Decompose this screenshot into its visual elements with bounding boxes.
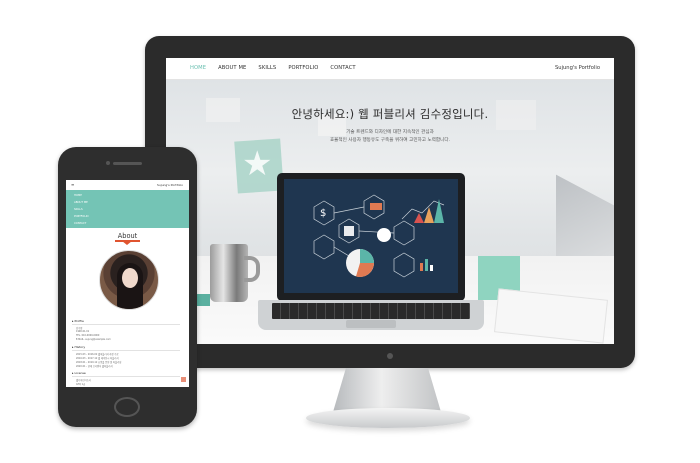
section-title-history: ▸ History: [72, 345, 86, 349]
profile-line: E-MAIL. sujung@example.com: [76, 338, 111, 341]
hexagon-shape: [393, 252, 415, 278]
hexagon-shape: [393, 220, 415, 246]
phone-speaker: [113, 162, 142, 165]
desktop-screen: HOME ABOUT ME SKILLS PORTFOLIO CONTACT S…: [166, 58, 614, 344]
lock-icon: [344, 226, 354, 236]
bar-mark: [425, 259, 428, 271]
hero-subtitle-line-2: 효율적인 사용자 행동유도 구축을 위하여 고민하고 노력합니다.: [329, 138, 451, 143]
hero-section: ★ 안녕하세요:) 웹 퍼블리셔 김수정입니다. 기술 트렌드와 디자인에 대한…: [166, 80, 614, 344]
keyboard-keys: [272, 303, 470, 319]
phone-camera: [106, 161, 110, 165]
mobile-phone: ≡ Sujung's Portfolio HOME ABOUT ME SKILL…: [58, 147, 197, 427]
desktop-navbar: HOME ABOUT ME SKILLS PORTFOLIO CONTACT S…: [166, 58, 614, 80]
section-title-text: License: [74, 371, 86, 375]
about-heading: About: [117, 232, 138, 240]
infographic-illustration: $: [313, 194, 445, 278]
mobile-nav-about-me[interactable]: ABOUT ME: [74, 201, 88, 204]
hexagon-shape: [313, 234, 335, 260]
monitor-stand-neck: [333, 368, 441, 412]
mobile-nav-portfolio[interactable]: PORTFOLIO: [74, 215, 89, 218]
monitor-camera: [387, 353, 393, 359]
nav-home[interactable]: HOME: [190, 65, 206, 71]
nav-portfolio[interactable]: PORTFOLIO: [288, 65, 318, 71]
section-divider: [72, 350, 180, 351]
mobile-nav-contact[interactable]: CONTACT: [74, 222, 86, 225]
bar-mark: [420, 263, 423, 271]
site-brand[interactable]: Sujung's Portfolio: [555, 65, 600, 71]
mockup-stage: HOME ABOUT ME SKILLS PORTFOLIO CONTACT S…: [0, 0, 700, 463]
pie-slice: [360, 249, 374, 263]
profile-photo: [99, 250, 159, 310]
monitor-stand-base: [306, 408, 470, 428]
profile-line: 1990.01.01: [76, 330, 90, 333]
chart-spike: [414, 213, 424, 223]
hamburger-menu-icon[interactable]: ≡: [71, 182, 74, 187]
laptop-image: $: [277, 173, 465, 301]
section-divider: [72, 376, 180, 377]
section-title-text: Profile: [74, 319, 84, 323]
mobile-nav-menu: HOME ABOUT ME SKILLS PORTFOLIO CONTACT: [66, 190, 189, 228]
phone-home-button[interactable]: [114, 397, 140, 417]
star-icon: ★: [242, 144, 273, 184]
trackpad: [346, 320, 396, 328]
mobile-screen: ≡ Sujung's Portfolio HOME ABOUT ME SKILL…: [66, 180, 189, 387]
section-title-license: ▸ License: [72, 371, 86, 375]
mobile-brand[interactable]: Sujung's Portfolio: [157, 183, 183, 187]
section-title-profile: ▸ Profile: [72, 319, 84, 323]
section-divider: [72, 324, 180, 325]
mobile-header: ≡ Sujung's Portfolio: [66, 180, 189, 190]
hero-subtitle-line-1: 기술 트렌드와 디자인에 대한 지속적인 관심과: [346, 130, 434, 135]
license-line: GTQ 1급: [76, 383, 86, 386]
card-icon: [370, 203, 382, 210]
key-icon: [377, 228, 391, 242]
mug-handle: [244, 256, 260, 282]
mobile-nav-home[interactable]: HOME: [74, 194, 82, 197]
mobile-nav-skills[interactable]: SKILLS: [74, 208, 83, 211]
section-title-text: History: [74, 345, 86, 349]
mug-image: [210, 244, 260, 302]
scroll-top-button[interactable]: [181, 377, 186, 382]
laptop-display-graphic: $: [284, 179, 458, 293]
bar-mark: [430, 265, 433, 271]
desktop-nav-list: HOME ABOUT ME SKILLS PORTFOLIO CONTACT: [190, 65, 356, 71]
profile-line: TEL. 010-0000-0000: [76, 334, 100, 337]
nav-skills[interactable]: SKILLS: [258, 65, 276, 71]
nav-about-me[interactable]: ABOUT ME: [218, 65, 246, 71]
dollar-icon: $: [320, 208, 326, 219]
history-line: 2020.01 - 현재 프리랜서 웹퍼블리셔: [76, 365, 113, 368]
desktop-monitor: HOME ABOUT ME SKILLS PORTFOLIO CONTACT S…: [145, 36, 635, 368]
profile-face: [122, 268, 138, 288]
nav-contact[interactable]: CONTACT: [330, 65, 355, 71]
chevron-down-icon: [122, 241, 132, 245]
hero-title: 안녕하세요:) 웹 퍼블리셔 김수정입니다.: [291, 107, 489, 121]
laptop-keyboard-base: [258, 300, 484, 330]
chart-spike: [434, 199, 444, 223]
